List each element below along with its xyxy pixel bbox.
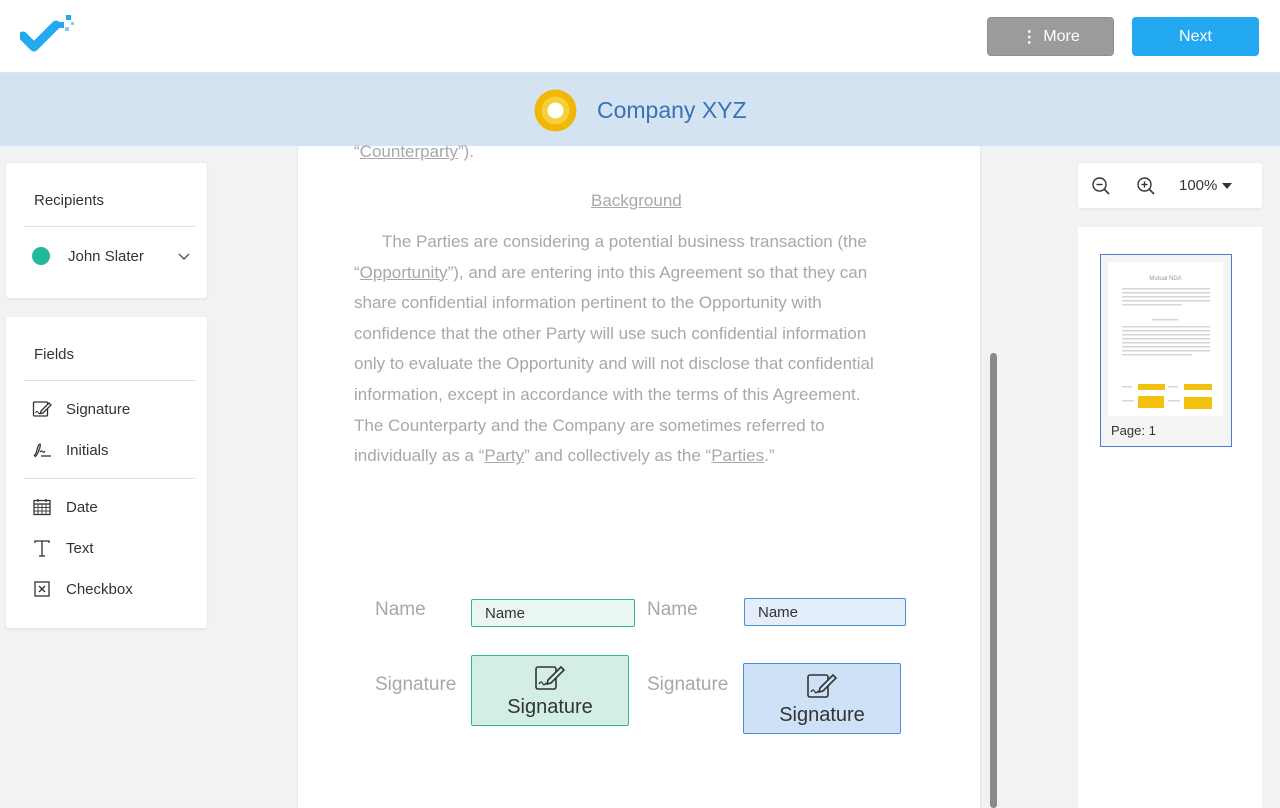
paragraph-line: only to evaluate the Opportunity and wil… — [354, 354, 874, 374]
divider — [24, 380, 195, 381]
divider — [24, 478, 195, 479]
company-name: Company XYZ — [597, 97, 747, 123]
field-text[interactable]: Text — [32, 537, 94, 559]
left-signature-field[interactable]: Signature — [471, 655, 629, 726]
field-label: Initials — [66, 441, 109, 459]
field-label: Signature — [66, 400, 131, 418]
field-label: Date — [66, 498, 98, 516]
thumbnail-page-image: Mutual NDA — [1122, 276, 1212, 409]
paragraph-line: confidence that the other Party will use… — [354, 323, 867, 343]
calendar-icon — [33, 499, 51, 516]
zoom-in-icon[interactable] — [1136, 176, 1156, 196]
next-button[interactable]: Next — [1132, 17, 1259, 56]
chevron-down-icon — [178, 253, 190, 260]
app-logo-icon[interactable] — [20, 14, 76, 58]
more-button[interactable]: ⋮ More — [987, 17, 1114, 56]
paragraph-line: “Opportunity”), and are entering into th… — [354, 262, 868, 282]
right-signature-label: Signature — [647, 674, 729, 695]
document-text-line: “Counterparty”). — [354, 142, 474, 161]
signature-field-label: Signature — [779, 704, 865, 726]
left-name-label: Name — [375, 599, 426, 620]
page-thumbnail[interactable]: Mutual NDA Page: 1 — [1100, 254, 1232, 447]
company-banner: Company XYZ — [0, 73, 1280, 146]
thumbnail-preview: Mutual NDA — [1108, 262, 1223, 416]
thumbnail-title: Mutual NDA — [1149, 276, 1181, 282]
right-name-label: Name — [647, 599, 698, 620]
document-scrollbar[interactable] — [990, 353, 997, 808]
fields-panel: Fields Signature Initials Date Text Chec… — [6, 317, 207, 628]
recipient-color-dot — [32, 247, 50, 265]
text-icon — [34, 540, 50, 557]
recipient-name: John Slater — [68, 247, 144, 265]
field-initials[interactable]: Initials — [32, 439, 109, 461]
initials-icon — [33, 443, 51, 458]
top-bar: ⋮ More Next — [0, 0, 1280, 73]
paragraph-line: The Parties are considering a potential … — [382, 232, 867, 251]
paragraph-line: The Counterparty and the Company are som… — [354, 415, 825, 435]
signature-icon — [535, 665, 566, 690]
checkbox-icon — [34, 581, 50, 597]
zoom-level-value: 100% — [1179, 177, 1218, 194]
section-heading: Background — [591, 191, 682, 210]
recipients-panel: Recipients John Slater — [6, 163, 207, 298]
right-signature-field[interactable]: Signature — [743, 663, 901, 734]
field-signature[interactable]: Signature — [32, 398, 130, 420]
field-label: Text — [66, 539, 94, 557]
company-logo-icon — [534, 89, 577, 132]
signature-icon — [807, 673, 838, 698]
more-button-label: More — [1043, 27, 1080, 45]
fields-title: Fields — [34, 346, 75, 363]
divider — [24, 226, 195, 227]
recipient-selector[interactable]: John Slater — [32, 247, 192, 265]
field-checkbox[interactable]: Checkbox — [32, 578, 133, 600]
zoom-out-icon[interactable] — [1091, 176, 1111, 196]
kebab-icon: ⋮ — [1021, 28, 1038, 46]
document-paragraph: The Parties are considering a potential … — [354, 227, 924, 472]
left-signature-label: Signature — [375, 674, 457, 695]
zoom-level-dropdown[interactable]: 100% — [1179, 177, 1233, 194]
signature-icon — [32, 401, 52, 417]
field-date[interactable]: Date — [32, 496, 98, 518]
signature-field-label: Signature — [507, 696, 593, 718]
paragraph-line: information, except in accordance with t… — [354, 384, 861, 404]
left-name-field[interactable]: Name — [471, 599, 635, 627]
caret-down-icon — [1222, 182, 1233, 189]
thumbnail-page-label: Page: 1 — [1111, 423, 1156, 438]
right-name-field[interactable]: Name — [744, 598, 906, 626]
paragraph-line: individually as a “Party” and collective… — [354, 446, 775, 466]
recipients-title: Recipients — [34, 192, 105, 209]
field-label: Checkbox — [66, 580, 133, 598]
zoom-panel: 100% — [1078, 163, 1262, 208]
next-button-label: Next — [1179, 27, 1212, 45]
paragraph-line: share confidential information pertinent… — [354, 293, 822, 313]
